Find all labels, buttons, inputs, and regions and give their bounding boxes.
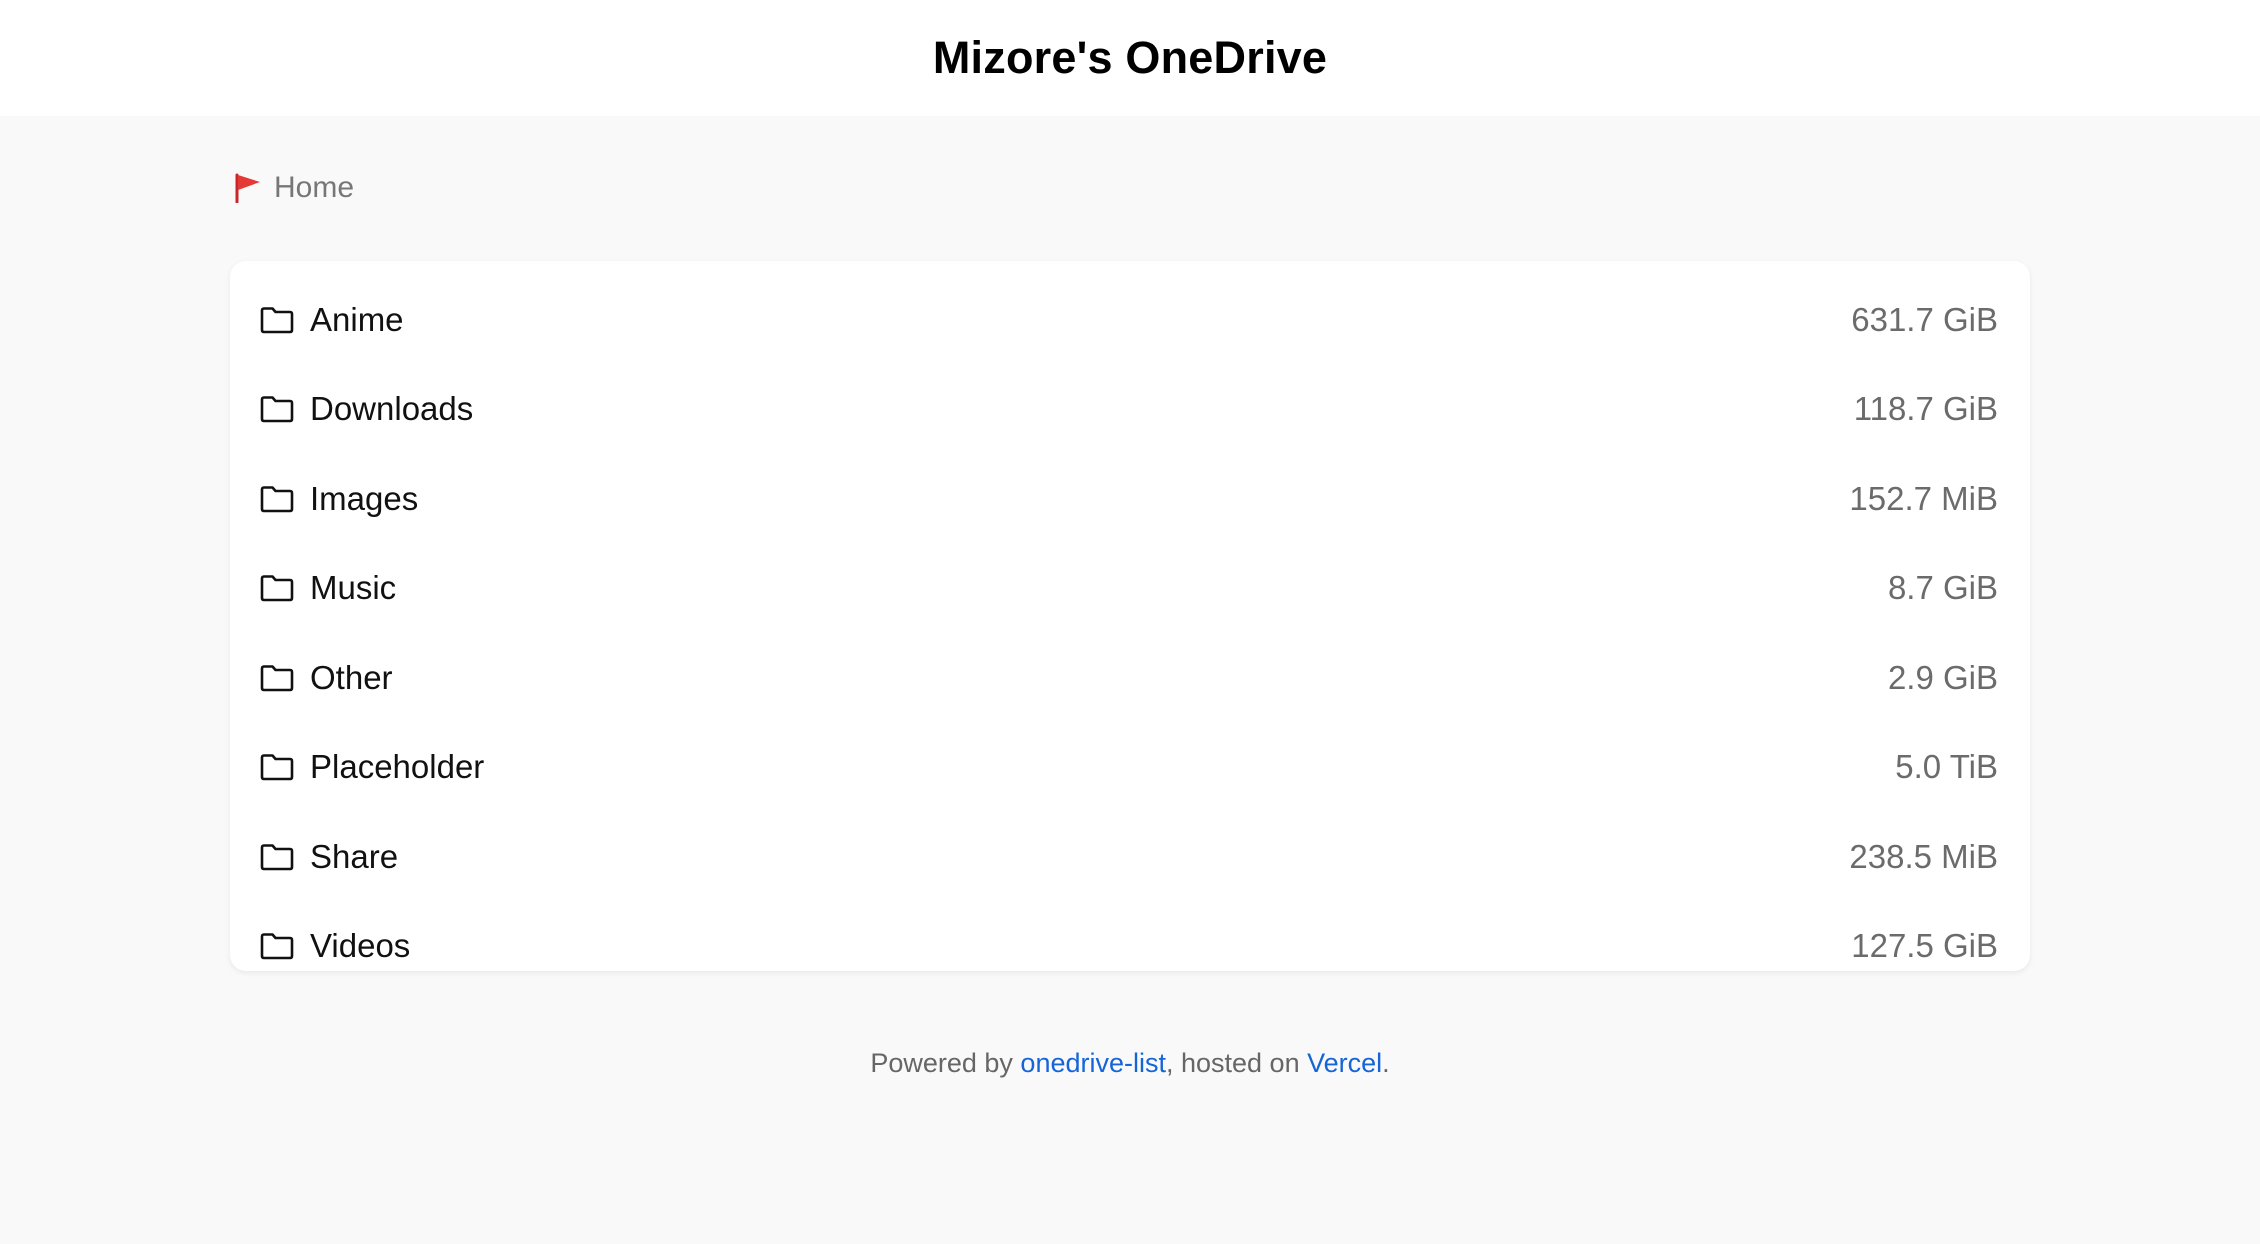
folder-row-share[interactable]: Share 238.5 MiB <box>230 812 2030 902</box>
folder-size: 152.7 MiB <box>1849 479 1998 517</box>
folder-list: Anime 631.7 GiB Downloads 118.7 GiB Imag… <box>230 261 2030 971</box>
folder-row-images[interactable]: Images 152.7 MiB <box>230 454 2030 544</box>
folder-icon <box>260 575 294 602</box>
folder-row-other[interactable]: Other 2.9 GiB <box>230 633 2030 723</box>
folder-size: 238.5 MiB <box>1849 837 1998 875</box>
folder-icon <box>260 485 294 513</box>
folder-icon <box>260 664 294 692</box>
folder-row-music[interactable]: Music 8.7 GiB <box>230 544 2030 634</box>
folder-row-anime[interactable]: Anime 631.7 GiB <box>230 275 2030 365</box>
folder-size: 2.9 GiB <box>1887 658 1998 696</box>
folder-icon <box>260 754 294 781</box>
folder-name: Videos <box>310 927 411 965</box>
site-header: Mizore's OneDrive <box>0 0 2260 116</box>
folder-icon <box>260 306 294 334</box>
folder-name: Share <box>310 837 399 875</box>
folder-name: Downloads <box>310 390 474 428</box>
folder-name: Music <box>310 569 397 607</box>
footer-suffix: . <box>1382 1048 1390 1078</box>
footer-middle: , hosted on <box>1165 1048 1308 1078</box>
folder-row-placeholder[interactable]: Placeholder 5.0 TiB <box>230 723 2030 813</box>
breadcrumb: Home <box>234 168 354 208</box>
vercel-link[interactable]: Vercel <box>1307 1048 1382 1078</box>
breadcrumb-home-link[interactable]: Home <box>274 171 354 205</box>
footer-prefix: Powered by <box>870 1048 1021 1078</box>
folder-name: Images <box>310 479 419 517</box>
folder-icon <box>260 933 294 960</box>
folder-size: 5.0 TiB <box>1895 748 1998 786</box>
folder-size: 8.7 GiB <box>1887 569 1998 607</box>
folder-row-videos[interactable]: Videos 127.5 GiB <box>230 902 2030 992</box>
onedrive-list-link[interactable]: onedrive-list <box>1020 1048 1166 1078</box>
folder-size: 118.7 GiB <box>1853 390 1998 428</box>
folder-name: Anime <box>310 300 404 338</box>
folder-size: 127.5 GiB <box>1851 927 1998 965</box>
folder-row-downloads[interactable]: Downloads 118.7 GiB <box>230 365 2030 455</box>
folder-icon <box>260 396 294 423</box>
folder-name: Other <box>310 658 393 696</box>
site-footer: Powered by onedrive-list, hosted on Verc… <box>0 1048 2260 1079</box>
flag-icon <box>235 173 260 203</box>
folder-icon <box>260 843 294 871</box>
folder-size: 631.7 GiB <box>1851 300 1998 338</box>
site-title: Mizore's OneDrive <box>932 32 1328 83</box>
folder-name: Placeholder <box>310 748 485 786</box>
